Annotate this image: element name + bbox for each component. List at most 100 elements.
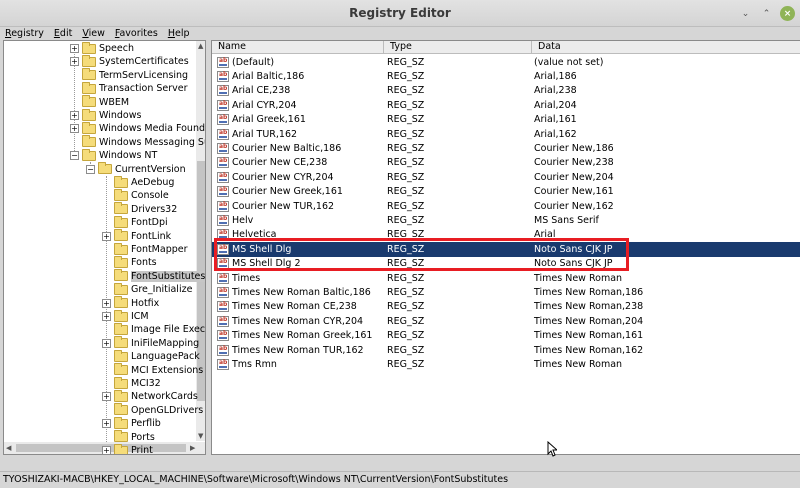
values-list-pane[interactable]: Name Type Data ab (Default) REG_SZ (value n… <box>211 40 800 455</box>
value-data-cell: Times New Roman,161 <box>534 330 644 342</box>
expand-icon[interactable]: + <box>102 338 111 348</box>
key-tree-pane[interactable]: ▲ ▼ ◀ ▶ + Speech + SystemCertificates TermSe… <box>3 40 206 455</box>
value-row[interactable]: ab MS Shell Dlg REG_SZ Noto Sans CJK JP <box>212 242 800 257</box>
tree-item[interactable]: MCI32 <box>102 376 161 390</box>
tree-item[interactable]: − Windows NT <box>70 148 157 162</box>
value-row[interactable]: ab Tms Rmn REG_SZ Times New Roman <box>212 357 800 371</box>
menu-edit[interactable]: Edit <box>49 27 77 41</box>
folder-icon <box>114 215 128 228</box>
folder-icon <box>114 229 128 242</box>
value-row[interactable]: ab Helv REG_SZ MS Sans Serif <box>212 213 800 227</box>
expand-icon[interactable]: + <box>70 124 79 134</box>
value-row[interactable]: ab Arial Baltic,186 REG_SZ Arial,186 <box>212 69 800 83</box>
scroll-up-icon[interactable]: ▲ <box>198 42 203 50</box>
value-row[interactable]: ab Courier New CE,238 REG_SZ Courier New,23… <box>212 156 800 170</box>
value-row[interactable]: ab Arial TUR,162 REG_SZ Arial,162 <box>212 127 800 141</box>
column-data-header[interactable]: Data <box>532 41 800 54</box>
tree-vertical-scrollbar[interactable]: ▲ ▼ <box>196 41 205 441</box>
menu-favorites[interactable]: Favorites <box>110 27 163 41</box>
tree-item[interactable]: TermServLicensing <box>70 68 188 82</box>
value-row[interactable]: ab Courier New Greek,161 REG_SZ Courier New… <box>212 185 800 199</box>
tree-item[interactable]: + IniFileMapping <box>102 336 199 350</box>
expand-icon[interactable]: + <box>102 298 111 308</box>
folder-icon <box>114 202 128 215</box>
tree-item-label: WBEM <box>99 96 130 108</box>
tree-item[interactable]: Drivers32 <box>102 202 177 216</box>
tree-item[interactable]: Gre_Initialize <box>102 282 192 296</box>
mouse-pointer-icon <box>547 441 557 457</box>
value-name: Arial CYR,204 <box>232 99 297 111</box>
tree-hscroll-thumb[interactable] <box>16 444 186 452</box>
value-row[interactable]: ab Arial CYR,204 REG_SZ Arial,204 <box>212 98 800 112</box>
folder-icon <box>82 81 96 94</box>
tree-item[interactable]: WBEM <box>70 95 130 109</box>
expand-icon[interactable]: + <box>70 111 79 120</box>
tree-item[interactable]: FontSubstitutes <box>102 269 206 283</box>
menu-help[interactable]: Help <box>163 27 195 41</box>
tree-item[interactable]: Windows Messaging Sul <box>70 135 205 149</box>
tree-item[interactable]: + Windows <box>70 108 141 122</box>
tree-item[interactable]: + Print <box>102 443 153 454</box>
tree-item[interactable]: OpenGLDrivers <box>102 403 203 417</box>
tree-item[interactable]: AeDebug <box>102 175 174 189</box>
expand-icon[interactable]: + <box>70 44 79 53</box>
tree-item[interactable]: + FontLink <box>102 229 171 243</box>
tree-item[interactable]: + NetworkCards <box>102 389 198 403</box>
tree-item[interactable]: Console <box>102 188 169 202</box>
menu-registry[interactable]: Registry <box>0 27 49 41</box>
menu-view[interactable]: View <box>77 27 110 41</box>
value-row[interactable]: ab Times New Roman CE,238 REG_SZ Times New … <box>212 300 800 314</box>
tree-item[interactable]: Image File Exec <box>102 322 205 336</box>
tree-item-label: Console <box>131 190 169 202</box>
tree-item[interactable]: FontMapper <box>102 242 188 256</box>
expand-icon[interactable]: + <box>102 312 111 321</box>
value-name-cell: ab Times <box>212 272 384 284</box>
value-row[interactable]: ab Times New Roman Greek,161 REG_SZ Times N… <box>212 329 800 343</box>
scroll-right-icon[interactable]: ▶ <box>190 444 195 452</box>
tree-item[interactable]: + ICM <box>102 309 149 323</box>
value-row[interactable]: ab Helvetica REG_SZ Arial <box>212 228 800 242</box>
tree-item[interactable]: + Hotfix <box>102 296 159 310</box>
tree-item[interactable]: FontDpi <box>102 215 168 229</box>
value-row[interactable]: ab Times New Roman Baltic,186 REG_SZ Times … <box>212 285 800 299</box>
expand-icon[interactable]: + <box>102 419 111 429</box>
tree-item[interactable]: Fonts <box>102 255 157 269</box>
tree-item[interactable]: MCI Extensions <box>102 363 203 377</box>
maximize-icon[interactable]: ⌃ <box>759 6 774 21</box>
value-row[interactable]: ab (Default) REG_SZ (value not set) <box>212 55 800 69</box>
column-type-header[interactable]: Type <box>384 41 532 54</box>
expand-icon[interactable]: + <box>102 446 111 454</box>
folder-icon <box>82 135 96 148</box>
value-row[interactable]: ab Courier New CYR,204 REG_SZ Courier New,2… <box>212 170 800 184</box>
expand-icon[interactable]: + <box>102 392 111 402</box>
scroll-down-icon[interactable]: ▼ <box>198 432 203 440</box>
tree-item[interactable]: + Perflib <box>102 416 161 430</box>
expand-icon[interactable]: + <box>70 57 79 67</box>
tree-item[interactable]: + SystemCertificates <box>70 54 189 68</box>
column-name-header[interactable]: Name <box>212 41 384 54</box>
value-row[interactable]: ab Times New Roman TUR,162 REG_SZ Times New… <box>212 343 800 357</box>
value-row[interactable]: ab Times REG_SZ Times New Roman <box>212 271 800 285</box>
tree-item-label: FontSubstitutes <box>131 270 206 282</box>
value-row[interactable]: ab Times New Roman CYR,204 REG_SZ Times New… <box>212 314 800 328</box>
value-row[interactable]: ab Arial CE,238 REG_SZ Arial,238 <box>212 84 800 98</box>
tree-item[interactable]: + Speech <box>70 41 134 55</box>
tree-item[interactable]: + Windows Media Founda <box>70 121 206 135</box>
value-row[interactable]: ab MS Shell Dlg 2 REG_SZ Noto Sans CJK JP <box>212 257 800 271</box>
collapse-icon[interactable]: − <box>86 164 95 174</box>
scroll-left-icon[interactable]: ◀ <box>6 444 11 452</box>
value-row[interactable]: ab Arial Greek,161 REG_SZ Arial,161 <box>212 113 800 127</box>
tree-item[interactable]: Ports <box>102 430 155 444</box>
tree-item[interactable]: − CurrentVersion <box>86 162 186 176</box>
close-icon[interactable]: × <box>780 6 795 21</box>
minimize-icon[interactable]: ⌄ <box>738 6 753 21</box>
collapse-icon[interactable]: − <box>70 151 79 161</box>
tree-item-label: Windows Media Founda <box>99 123 206 135</box>
value-row[interactable]: ab Courier New Baltic,186 REG_SZ Courier Ne… <box>212 141 800 155</box>
value-type-cell: REG_SZ <box>387 157 425 169</box>
expand-icon[interactable]: + <box>102 231 111 241</box>
folder-icon <box>98 162 112 175</box>
value-row[interactable]: ab Courier New TUR,162 REG_SZ Courier New,1… <box>212 199 800 213</box>
tree-item[interactable]: Transaction Server <box>70 81 188 95</box>
tree-item[interactable]: LanguagePack <box>102 349 200 363</box>
